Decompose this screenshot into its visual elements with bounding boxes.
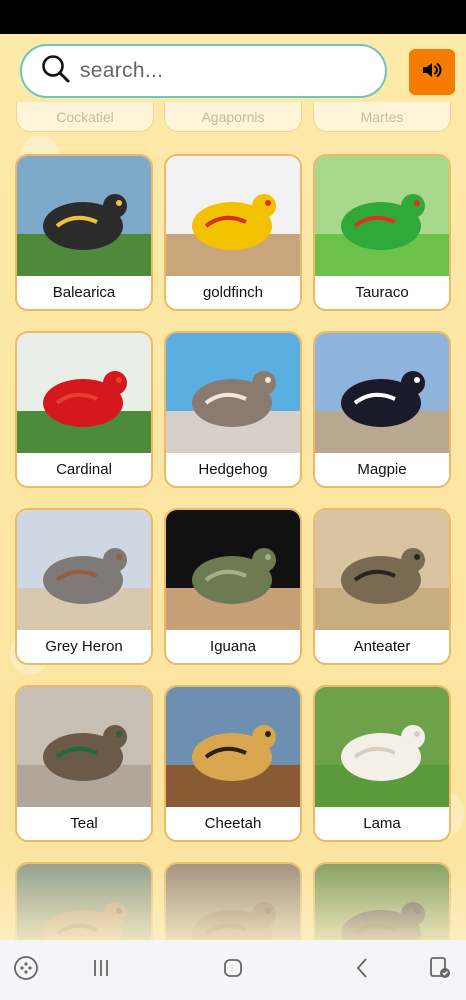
animal-card[interactable]: goldfinch bbox=[164, 154, 302, 311]
home-button[interactable] bbox=[217, 954, 249, 986]
animal-card[interactable]: Cardinal bbox=[15, 331, 153, 488]
animal-label: Iguana bbox=[166, 630, 300, 663]
gamepad-icon bbox=[13, 955, 39, 986]
search-icon bbox=[40, 53, 72, 90]
animal-card[interactable]: Grey Heron bbox=[15, 508, 153, 665]
animal-grid: Balearica goldfinch Tauraco Cardinal Hedgeho… bbox=[0, 34, 466, 940]
animal-photo bbox=[17, 333, 151, 453]
animal-card[interactable]: Hedgehog bbox=[164, 331, 302, 488]
animal-photo bbox=[17, 510, 151, 630]
animal-card[interactable] bbox=[164, 862, 302, 940]
animal-card[interactable] bbox=[313, 862, 451, 940]
recent-apps-icon bbox=[88, 955, 114, 986]
animal-label: Balearica bbox=[17, 276, 151, 309]
animal-photo bbox=[315, 687, 449, 807]
animal-card[interactable]: Magpie bbox=[313, 331, 451, 488]
search-input[interactable]: search... bbox=[20, 44, 387, 98]
sound-button[interactable] bbox=[409, 49, 455, 95]
animal-card[interactable]: Cheetah bbox=[164, 685, 302, 842]
recent-apps-button[interactable] bbox=[85, 954, 117, 986]
animal-label: goldfinch bbox=[166, 276, 300, 309]
animal-photo bbox=[315, 333, 449, 453]
back-icon bbox=[350, 955, 376, 986]
animal-card[interactable]: Anteater bbox=[313, 508, 451, 665]
animal-photo bbox=[166, 687, 300, 807]
animal-photo bbox=[315, 510, 449, 630]
animal-photo bbox=[17, 864, 151, 940]
animal-label: Magpie bbox=[315, 453, 449, 486]
animal-photo bbox=[166, 864, 300, 940]
animal-photo bbox=[315, 156, 449, 276]
animal-photo bbox=[166, 510, 300, 630]
animal-card[interactable]: Tauraco bbox=[313, 154, 451, 311]
animal-card[interactable] bbox=[15, 862, 153, 940]
animal-photo bbox=[17, 687, 151, 807]
status-bar bbox=[0, 0, 466, 34]
speaker-icon bbox=[420, 58, 444, 87]
animal-label: Teal bbox=[17, 807, 151, 840]
accessibility-button[interactable] bbox=[424, 954, 456, 986]
animal-label: Tauraco bbox=[315, 276, 449, 309]
animal-label: Hedgehog bbox=[166, 453, 300, 486]
animal-label: Anteater bbox=[315, 630, 449, 663]
accessibility-icon bbox=[427, 955, 453, 986]
game-launcher-button[interactable] bbox=[10, 954, 42, 986]
animal-card[interactable]: Iguana bbox=[164, 508, 302, 665]
animal-label: Cheetah bbox=[166, 807, 300, 840]
animal-photo bbox=[315, 864, 449, 940]
animal-card[interactable]: Teal bbox=[15, 685, 153, 842]
home-icon bbox=[220, 955, 246, 986]
animal-label: Cardinal bbox=[17, 453, 151, 486]
navigation-bar bbox=[0, 940, 466, 1000]
animal-card[interactable]: Balearica bbox=[15, 154, 153, 311]
app-content: Cockatiel Agapornis Martes Balearica gold… bbox=[0, 34, 466, 940]
animal-card[interactable]: Lama bbox=[313, 685, 451, 842]
animal-label: Lama bbox=[315, 807, 449, 840]
animal-label: Grey Heron bbox=[17, 630, 151, 663]
animal-photo bbox=[17, 156, 151, 276]
search-placeholder: search... bbox=[80, 59, 164, 82]
animal-photo bbox=[166, 156, 300, 276]
back-button[interactable] bbox=[347, 954, 379, 986]
animal-photo bbox=[166, 333, 300, 453]
